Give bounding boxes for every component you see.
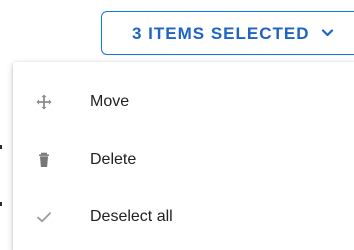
- selection-actions-menu: Move Delete Deselect all: [13, 62, 354, 250]
- check-icon: [35, 208, 53, 226]
- menu-item-move[interactable]: Move: [13, 75, 354, 129]
- edge-mark: [0, 145, 2, 149]
- chevron-down-icon: [321, 26, 334, 39]
- menu-item-deselect-all[interactable]: Deselect all: [13, 190, 354, 244]
- menu-item-delete[interactable]: Delete: [13, 133, 354, 187]
- menu-item-label: Delete: [90, 151, 137, 168]
- menu-item-label: Deselect all: [90, 208, 173, 225]
- trash-icon: [35, 151, 53, 169]
- menu-item-label: Move: [90, 93, 130, 110]
- selection-dropdown-button[interactable]: 3 ITEMS SELECTED: [101, 11, 354, 55]
- selection-count-label: 3 ITEMS SELECTED: [132, 23, 310, 43]
- move-icon: [35, 93, 53, 111]
- edge-mark: [0, 202, 2, 206]
- page-stage: 3 ITEMS SELECTED Move Delete Deselect al…: [0, 0, 354, 250]
